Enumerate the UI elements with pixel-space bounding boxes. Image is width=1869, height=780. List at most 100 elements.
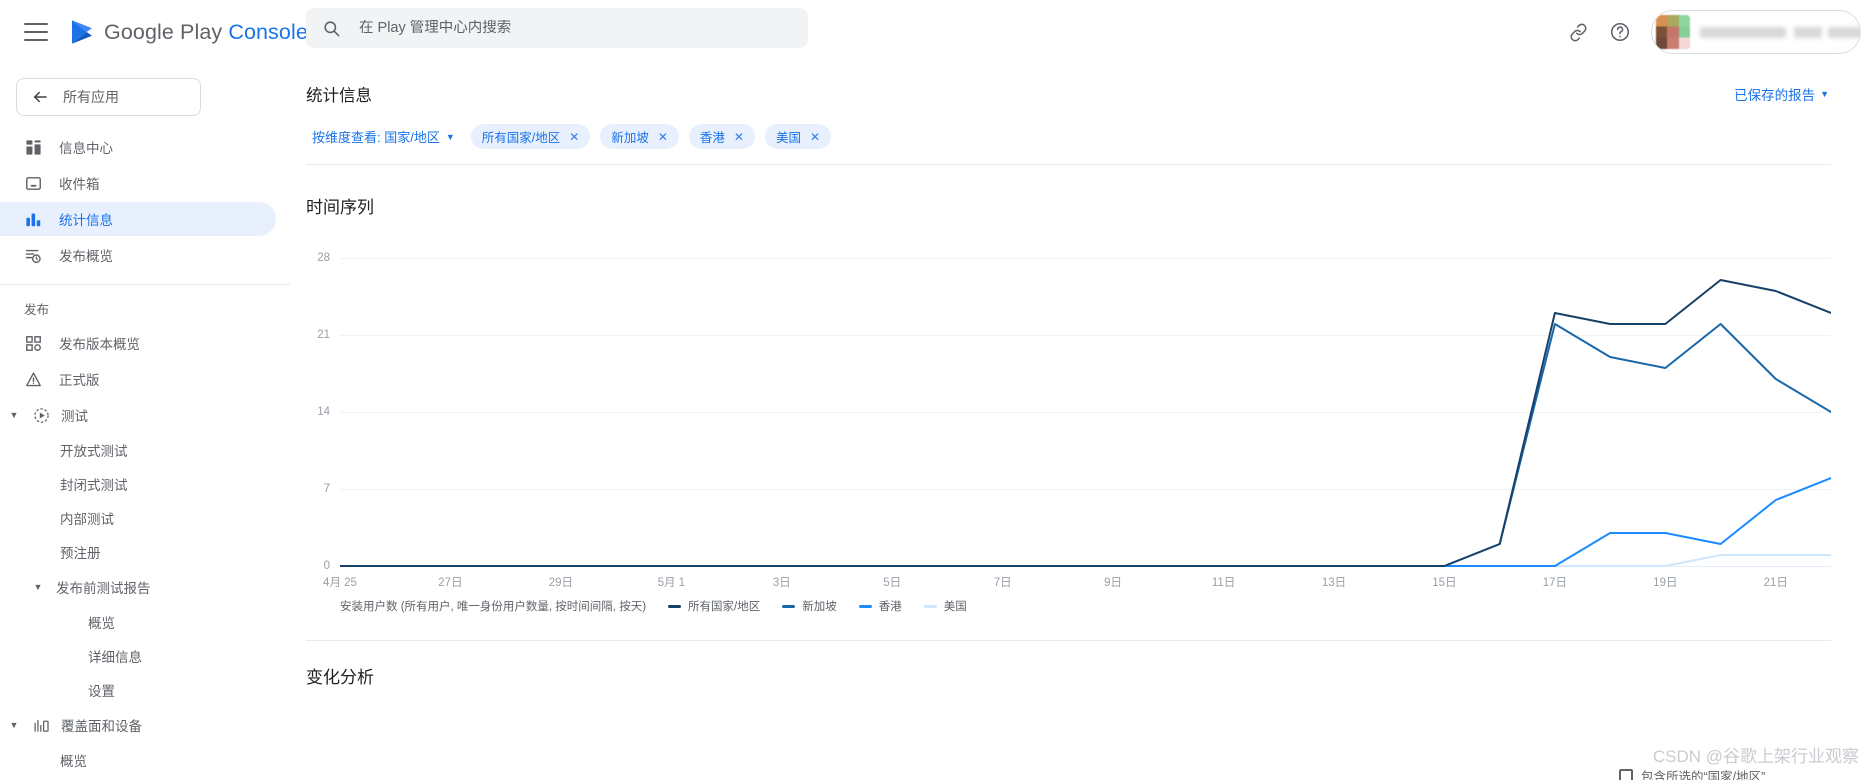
sidebar-item-label: 发布前测试报告 <box>56 581 151 596</box>
sidebar-item-label: 覆盖面和设备 <box>61 719 142 734</box>
account-name-redacted <box>1698 15 1860 49</box>
sidebar-item-internal-testing[interactable]: 内部测试 <box>0 502 276 534</box>
hamburger-menu-icon[interactable] <box>24 23 48 41</box>
filter-chips-row: 按维度查看: 国家/地区 ▼ 所有国家/地区 ✕ 新加坡 ✕ 香港 ✕ 美国 ✕ <box>290 106 1869 151</box>
sidebar-item-open-testing[interactable]: 开放式测试 <box>0 434 276 466</box>
global-search-box[interactable] <box>306 8 808 48</box>
filter-chip-usa[interactable]: 美国 ✕ <box>764 124 832 149</box>
legend-color-swatch <box>923 604 937 608</box>
all-apps-label: 所有应用 <box>63 89 119 105</box>
reach-devices-icon <box>32 716 51 735</box>
legend-label: 新加坡 <box>802 601 837 613</box>
close-icon[interactable]: ✕ <box>658 131 668 143</box>
sidebar-item-closed-testing[interactable]: 封闭式测试 <box>0 468 276 500</box>
saved-reports-dropdown[interactable]: 已保存的报告 ▼ <box>1734 84 1829 104</box>
sidebar-item-label: 设置 <box>88 684 115 699</box>
brand-title-console: Console <box>228 19 308 44</box>
chart-line-series <box>340 323 1831 567</box>
y-axis-tick-label: 14 <box>317 406 330 418</box>
legend-color-swatch <box>782 604 796 608</box>
page-title: 统计信息 <box>306 87 372 105</box>
inbox-icon <box>24 174 43 193</box>
sidebar-item-production[interactable]: 正式版 <box>0 362 276 396</box>
sidebar-item-label: 开放式测试 <box>60 444 128 459</box>
checkbox-icon <box>1619 768 1633 780</box>
production-icon <box>24 370 43 389</box>
chart-line-series <box>340 279 1831 567</box>
filter-chip-singapore[interactable]: 新加坡 ✕ <box>600 124 679 149</box>
filter-chip-all-countries[interactable]: 所有国家/地区 ✕ <box>470 124 591 149</box>
main-content: 统计信息 已保存的报告 ▼ 按维度查看: 国家/地区 ▼ 所有国家/地区 ✕ 新… <box>290 64 1869 780</box>
sidebar-item-dashboard[interactable]: 信息中心 <box>0 130 276 164</box>
legend-item-usa[interactable]: 美国 <box>923 598 967 614</box>
sidebar-item-label: 预注册 <box>60 546 101 561</box>
sidebar-item-reach-overview[interactable]: 概览 <box>0 744 276 776</box>
x-axis-tick-label: 17日 <box>1542 577 1568 589</box>
legend-color-swatch <box>668 604 682 608</box>
sidebar-item-label: 封闭式测试 <box>60 478 128 493</box>
sidebar-item-pre-launch-report[interactable]: ▼ 发布前测试报告 <box>0 570 276 604</box>
sidebar-item-plr-details[interactable]: 详细信息 <box>0 640 276 672</box>
release-overview-icon <box>24 246 43 265</box>
sidebar-item-release-overview[interactable]: 发布概览 <box>0 238 276 272</box>
caret-down-icon[interactable]: ▼ <box>6 720 22 730</box>
dimension-selector[interactable]: 按维度查看: 国家/地区 ▼ <box>306 122 461 151</box>
chip-label: 香港 <box>699 131 725 145</box>
x-axis-tick-label: 11日 <box>1211 577 1236 589</box>
close-icon[interactable]: ✕ <box>810 131 820 143</box>
legend-item-singapore[interactable]: 新加坡 <box>782 598 837 614</box>
sidebar-section-title: 发布 <box>24 303 50 317</box>
sidebar-item-label: 发布版本概览 <box>59 337 140 352</box>
sidebar-item-testing[interactable]: ▼ 测试 <box>0 398 276 432</box>
chip-label: 美国 <box>775 131 801 145</box>
search-icon <box>322 19 341 38</box>
help-circle-icon[interactable] <box>1599 11 1641 53</box>
legend-color-swatch <box>858 604 872 608</box>
google-play-icon <box>72 20 92 44</box>
sidebar-item-releases-overview[interactable]: 发布版本概览 <box>0 326 276 360</box>
sidebar-item-label: 测试 <box>61 409 88 424</box>
x-axis-tick-label: 13日 <box>1321 577 1347 589</box>
sidebar-navigation: 所有应用 信息中心 收件箱 统计信息 发布概览 发布 发布版本概览 正式版 ▼ … <box>0 64 290 780</box>
sidebar-primary-list: 信息中心 收件箱 统计信息 发布概览 发布 发布版本概览 正式版 ▼ 测试 开放… <box>0 130 290 776</box>
sidebar-item-plr-settings[interactable]: 设置 <box>0 674 276 706</box>
checkbox-label: 包含所选的“国家/地区” <box>1641 770 1766 780</box>
brand-title: Google Play Console <box>104 20 308 45</box>
chart-plot-area: 28 21 14 7 0 <box>306 236 1831 572</box>
sidebar-item-label: 收件箱 <box>59 177 100 192</box>
sidebar-item-reach-and-devices[interactable]: ▼ 覆盖面和设备 <box>0 708 276 742</box>
legend-label: 美国 <box>943 601 967 613</box>
include-selected-countries-checkbox[interactable]: 包含所选的“国家/地区” <box>1619 766 1765 780</box>
x-axis-tick-label: 5日 <box>883 577 902 589</box>
x-axis-tick-label: 19日 <box>1653 577 1678 589</box>
caret-down-icon: ▼ <box>1820 89 1829 99</box>
close-icon[interactable]: ✕ <box>734 131 744 143</box>
sidebar-item-statistics[interactable]: 统计信息 <box>0 202 276 236</box>
app-icon-thumbnail <box>1656 15 1690 49</box>
sidebar-item-label: 概览 <box>88 616 115 631</box>
legend-item-hongkong[interactable]: 香港 <box>858 598 902 614</box>
x-axis-tick-label: 15日 <box>1432 577 1457 589</box>
x-axis-tick-label: 4月 25 <box>323 577 357 589</box>
sidebar-item-plr-overview[interactable]: 概览 <box>0 606 276 638</box>
caret-down-icon[interactable]: ▼ <box>6 410 22 420</box>
all-apps-back-button[interactable]: 所有应用 <box>16 78 201 116</box>
brand-logo[interactable]: Google Play Console <box>70 19 308 45</box>
x-axis-tick-label: 21日 <box>1763 577 1788 589</box>
dimension-label: 按维度查看: 国家/地区 <box>312 130 440 145</box>
sidebar-item-pre-registration[interactable]: 预注册 <box>0 536 276 568</box>
sidebar-item-label: 统计信息 <box>59 213 113 228</box>
legend-item-all-countries[interactable]: 所有国家/地区 <box>668 598 760 614</box>
link-icon[interactable] <box>1557 11 1599 53</box>
close-icon[interactable]: ✕ <box>569 131 579 143</box>
legend-metric-label: 安装用户数 (所有用户, 唯一身份用户数量, 按时间间隔, 按天) <box>340 601 647 613</box>
x-axis-tick-label: 27日 <box>438 577 463 589</box>
x-axis-tick-label: 5月 1 <box>657 577 686 589</box>
bar-chart-icon <box>24 210 43 229</box>
filter-chip-hongkong[interactable]: 香港 ✕ <box>688 124 755 149</box>
sidebar-item-label: 内部测试 <box>60 512 114 527</box>
caret-down-icon[interactable]: ▼ <box>30 582 46 592</box>
account-app-chip[interactable] <box>1651 10 1861 54</box>
sidebar-item-inbox[interactable]: 收件箱 <box>0 166 276 200</box>
search-input[interactable] <box>359 20 779 36</box>
